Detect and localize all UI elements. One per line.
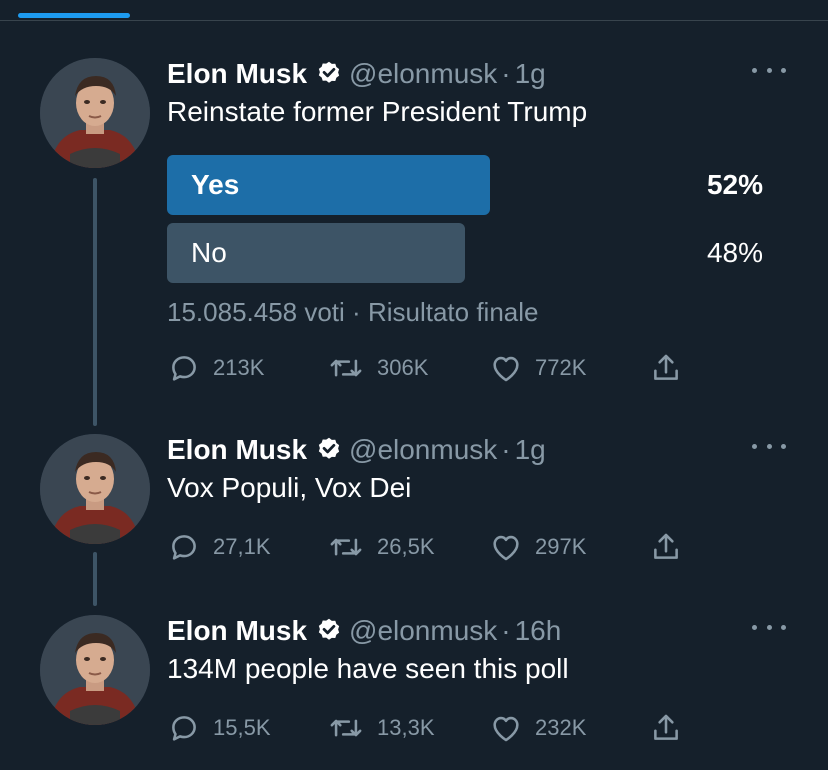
reply-button[interactable]: 27,1K: [167, 530, 271, 564]
active-tab-indicator: [18, 13, 130, 18]
more-options-icon[interactable]: [752, 621, 786, 633]
avatar[interactable]: [40, 58, 150, 168]
timestamp[interactable]: 16h: [515, 615, 562, 647]
share-button[interactable]: [649, 711, 683, 745]
tweet-text: Vox Populi, Vox Dei: [167, 472, 412, 503]
like-button[interactable]: 232K: [489, 711, 586, 745]
tweet-actions: 213K 306K 772K: [167, 351, 707, 385]
share-icon: [654, 354, 678, 380]
tweet-header: Elon Musk @elonmusk · 16h: [167, 611, 561, 651]
retweet-button[interactable]: 13,3K: [327, 711, 435, 745]
poll-votes: 15.085.458 voti: [167, 297, 345, 327]
heart-icon: [493, 356, 519, 382]
retweet-count: 13,3K: [377, 715, 435, 740]
separator-dot: ·: [501, 434, 511, 465]
more-options-icon[interactable]: [752, 440, 786, 452]
like-count: 772K: [535, 355, 587, 380]
tweet-header: Elon Musk @elonmusk · 1g: [167, 54, 546, 94]
retweet-count: 26,5K: [377, 534, 435, 559]
share-button[interactable]: [649, 530, 683, 564]
avatar[interactable]: [40, 615, 150, 725]
poll-option-percent: 48%: [706, 237, 763, 268]
share-icon: [654, 533, 678, 559]
timestamp[interactable]: 1g: [515, 434, 546, 466]
author-name[interactable]: Elon Musk: [167, 434, 307, 466]
retweet-button[interactable]: 306K: [327, 351, 428, 385]
author-name[interactable]: Elon Musk: [167, 615, 307, 647]
poll-option-no: No 48%: [167, 223, 765, 283]
reply-count: 213K: [213, 355, 265, 380]
poll-meta: 15.085.458 voti · Risultato finale: [167, 297, 539, 328]
separator-dot: ·: [352, 297, 361, 327]
retweet-icon: [330, 359, 362, 377]
retweet-icon: [330, 538, 362, 556]
heart-icon: [493, 716, 519, 742]
tweet-text: 134M people have seen this poll: [167, 653, 569, 684]
tweet-actions: 15,5K 13,3K 232K: [167, 711, 707, 745]
reply-count: 27,1K: [213, 534, 271, 559]
author-handle[interactable]: @elonmusk: [349, 434, 497, 466]
reply-button[interactable]: 213K: [167, 351, 264, 385]
tweet[interactable]: Elon Musk @elonmusk · 16h 134M people ha…: [0, 611, 828, 761]
tweet-text: Reinstate former President Trump: [167, 96, 588, 127]
verified-badge-icon: [318, 61, 340, 83]
tweet[interactable]: Elon Musk @elonmusk · 1g Reinstate forme…: [0, 54, 828, 394]
more-options-icon[interactable]: [752, 64, 786, 76]
reply-icon: [172, 716, 196, 741]
poll-option-percent: 52%: [706, 169, 763, 200]
timestamp[interactable]: 1g: [515, 58, 546, 90]
separator-dot: ·: [501, 58, 511, 89]
poll-option-label: No: [191, 237, 227, 268]
tweet[interactable]: Elon Musk @elonmusk · 1g Vox Populi, Vox…: [0, 430, 828, 570]
reply-icon: [172, 356, 196, 381]
share-button[interactable]: [649, 351, 683, 385]
poll-option-yes: Yes 52%: [167, 155, 765, 215]
author-name[interactable]: Elon Musk: [167, 58, 307, 90]
reply-icon: [172, 535, 196, 560]
heart-icon: [493, 535, 519, 561]
top-tab-bar: [0, 0, 828, 21]
like-count: 297K: [535, 534, 587, 559]
verified-badge-icon: [318, 618, 340, 640]
reply-count: 15,5K: [213, 715, 271, 740]
tweet-actions: 27,1K 26,5K 297K: [167, 530, 707, 564]
reply-button[interactable]: 15,5K: [167, 711, 271, 745]
share-icon: [654, 714, 678, 740]
like-button[interactable]: 297K: [489, 530, 586, 564]
retweet-button[interactable]: 26,5K: [327, 530, 435, 564]
retweet-count: 306K: [377, 355, 429, 380]
verified-badge-icon: [318, 437, 340, 459]
like-button[interactable]: 772K: [489, 351, 586, 385]
like-count: 232K: [535, 715, 587, 740]
avatar[interactable]: [40, 434, 150, 544]
poll-option-label: Yes: [191, 169, 240, 200]
separator-dot: ·: [501, 615, 511, 646]
author-handle[interactable]: @elonmusk: [349, 58, 497, 90]
author-handle[interactable]: @elonmusk: [349, 615, 497, 647]
retweet-icon: [330, 719, 362, 737]
tweet-header: Elon Musk @elonmusk · 1g: [167, 430, 546, 470]
poll-status: Risultato finale: [367, 297, 539, 327]
